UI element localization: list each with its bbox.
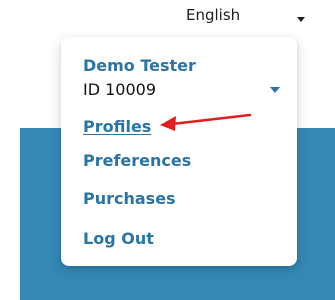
menu-item-preferences[interactable]: Preferences (83, 151, 191, 170)
menu-item-log-out[interactable]: Log Out (83, 229, 154, 248)
chevron-down-icon[interactable] (270, 87, 280, 93)
user-id: ID 10009 (83, 80, 157, 99)
user-name: Demo Tester (83, 56, 196, 75)
red-arrow-icon (160, 113, 252, 131)
chevron-down-icon[interactable] (297, 17, 305, 22)
user-dropdown-menu: Demo Tester ID 10009 Profiles Preference… (61, 37, 297, 266)
menu-item-purchases[interactable]: Purchases (83, 189, 176, 208)
language-selector[interactable]: English (186, 6, 240, 24)
menu-item-profiles[interactable]: Profiles (83, 117, 151, 136)
